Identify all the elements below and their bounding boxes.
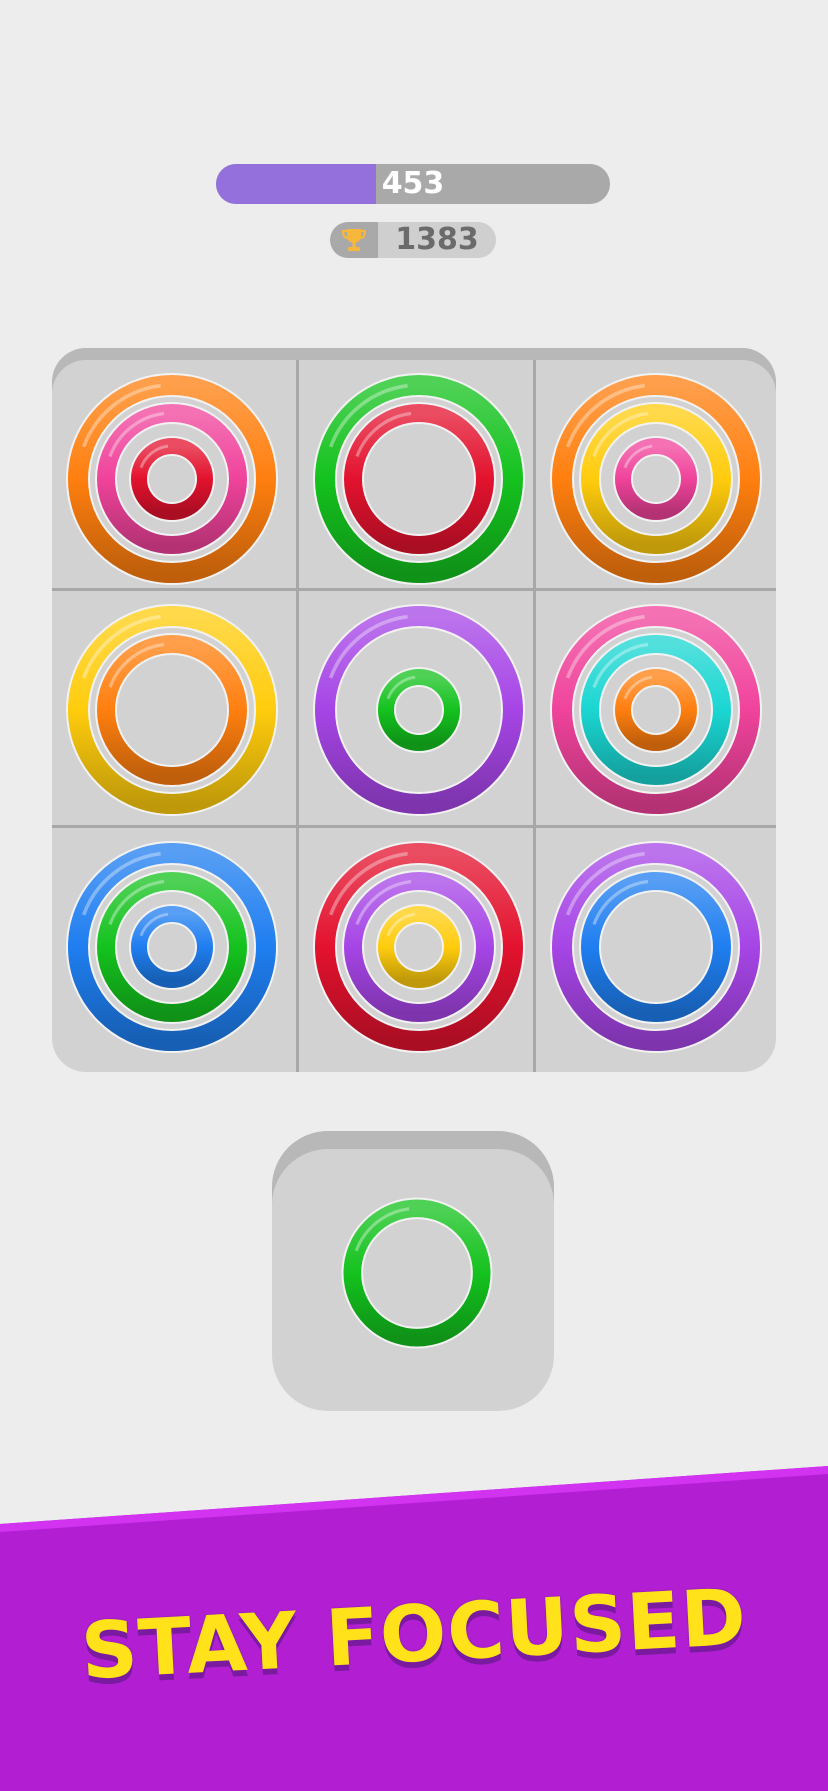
orange-small-ring xyxy=(613,667,699,753)
progress-score: 453 xyxy=(381,166,445,201)
next-piece[interactable] xyxy=(272,1131,554,1411)
board-cell[interactable] xyxy=(536,360,776,598)
yellow-large-ring xyxy=(66,604,278,816)
purple-large-ring xyxy=(550,841,762,1053)
ring-stack xyxy=(313,604,525,816)
green-medium-ring xyxy=(341,1197,493,1349)
best-score-badge: 1383 xyxy=(330,222,496,258)
ring-stack xyxy=(66,604,278,816)
purple-large-ring xyxy=(313,604,525,816)
orange-large-ring xyxy=(550,373,762,585)
red-large-ring xyxy=(313,841,525,1053)
board-cell[interactable] xyxy=(299,828,539,1066)
ring-stack xyxy=(550,841,762,1053)
board-cell[interactable] xyxy=(299,360,539,598)
trophy-icon-box xyxy=(330,222,378,258)
green-large-ring xyxy=(313,373,525,585)
ring-stack xyxy=(66,373,278,585)
orange-large-ring xyxy=(66,373,278,585)
blue-small-ring xyxy=(129,904,215,990)
next-piece-tray[interactable] xyxy=(272,1131,554,1411)
board-cell[interactable] xyxy=(52,828,292,1066)
board-cell[interactable] xyxy=(536,591,776,829)
trophy-icon xyxy=(341,229,367,251)
red-small-ring xyxy=(129,436,215,522)
yellow-small-ring xyxy=(376,904,462,990)
ring-stack xyxy=(66,841,278,1053)
ring-stack xyxy=(313,841,525,1053)
pink-large-ring xyxy=(550,604,762,816)
board-cell[interactable] xyxy=(536,828,776,1066)
ring-stack xyxy=(313,373,525,585)
pink-small-ring xyxy=(613,436,699,522)
ring-stack xyxy=(550,373,762,585)
progress-bar: 453 xyxy=(216,164,610,204)
game-board xyxy=(52,348,776,1072)
green-small-ring xyxy=(376,667,462,753)
board-cell[interactable] xyxy=(52,591,292,829)
best-score-value: 1383 xyxy=(395,222,479,257)
ring-stack xyxy=(550,604,762,816)
board-cell[interactable] xyxy=(52,360,292,598)
blue-large-ring xyxy=(66,841,278,1053)
board-cell[interactable] xyxy=(299,591,539,829)
